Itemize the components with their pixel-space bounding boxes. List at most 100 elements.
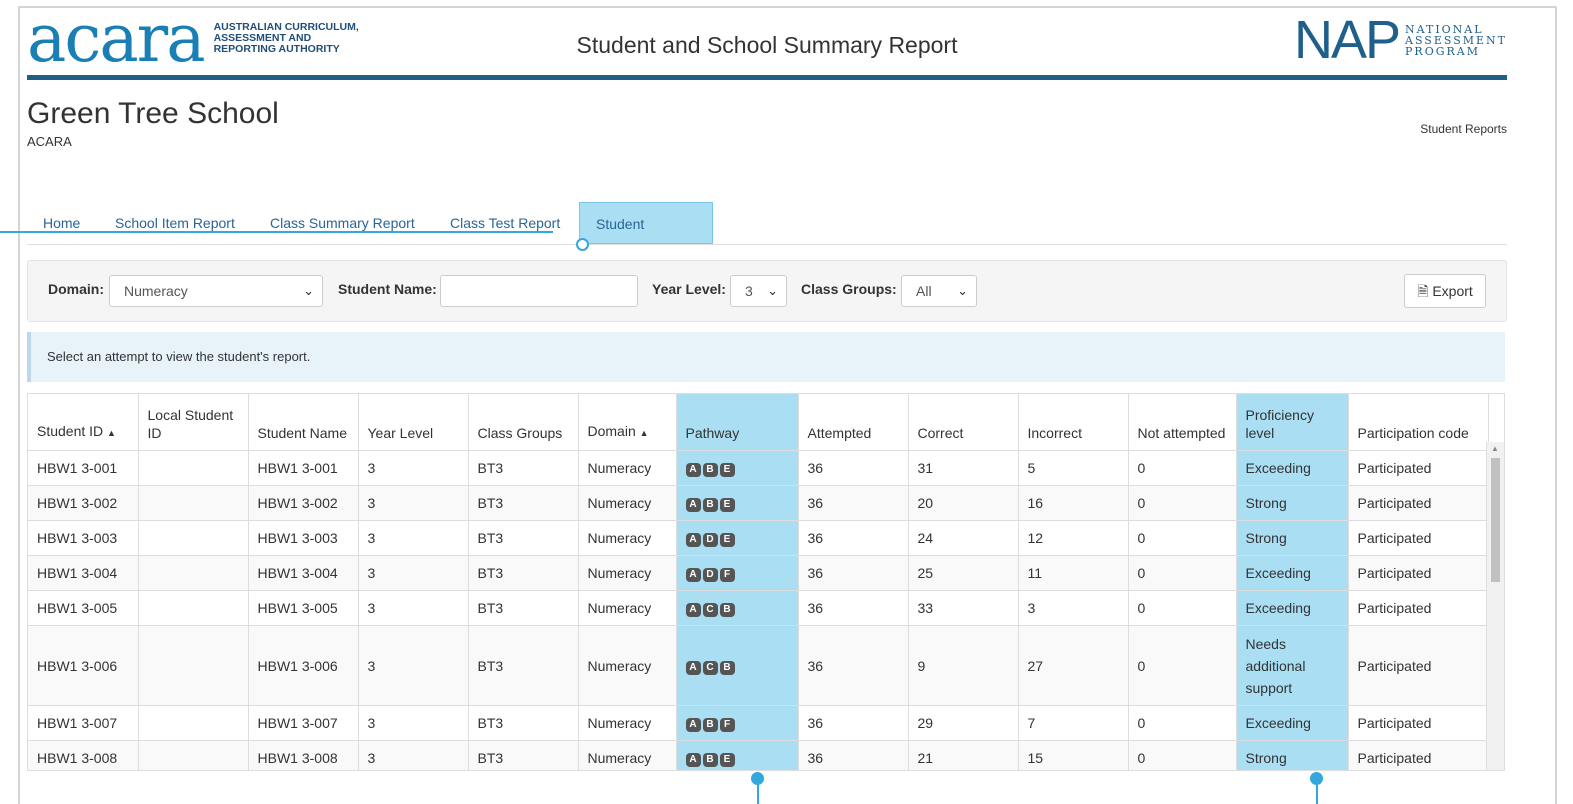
cell-proficiency-level: Needs additional support [1236, 625, 1349, 706]
col-attempted[interactable]: Attempted [798, 394, 909, 451]
col-class-groups[interactable]: Class Groups [468, 394, 579, 451]
table-row[interactable]: HBW1 3-001 HBW1 3-001 3 BT3 Numeracy A B E 36 31 5… [28, 450, 1489, 486]
col-label: Student ID [37, 423, 104, 439]
school-name: Green Tree School [27, 97, 279, 130]
cell-student-name: HBW1 3-003 [248, 520, 359, 556]
report-title: Student and School Summary Report [576, 32, 958, 58]
chevron-down-icon: ⌄ [957, 283, 968, 298]
cell-domain: Numeracy [578, 590, 677, 626]
table-row[interactable]: HBW1 3-003 HBW1 3-003 3 BT3 Numeracy A D E 36 24 1… [28, 520, 1489, 556]
cell-local-student-id [138, 705, 249, 741]
cell-participation-code: Participated [1348, 625, 1489, 706]
cell-not-attempted: 0 [1128, 485, 1237, 521]
col-correct[interactable]: Correct [908, 394, 1019, 451]
cell-year-level: 3 [358, 705, 469, 741]
cell-attempted: 36 [798, 740, 909, 770]
cell-participation-code: Participated [1348, 590, 1489, 626]
pathway-badge: A [685, 603, 701, 617]
callout-line-pathway [757, 784, 759, 804]
table-row[interactable]: HBW1 3-005 HBW1 3-005 3 BT3 Numeracy A C B 36 33 3… [28, 590, 1489, 626]
pathway-badge: E [719, 498, 735, 512]
cell-participation-code: Participated [1348, 705, 1489, 741]
pathway-badge: D [702, 533, 718, 547]
cell-student-name: HBW1 3-007 [248, 705, 359, 741]
year-level-select[interactable]: 3 ⌄ [730, 275, 787, 307]
pathway-badge: B [702, 753, 718, 767]
nap-logo-subtitle: NATIONAL ASSESSMENT PROGRAM [1405, 24, 1507, 57]
cell-incorrect: 12 [1018, 520, 1129, 556]
tab-school-item-report[interactable]: School Item Report [99, 202, 251, 244]
cell-year-level: 3 [358, 450, 469, 486]
cell-domain: Numeracy [578, 705, 677, 741]
cell-pathway: ABE [676, 740, 799, 770]
cell-proficiency-level: Strong [1236, 740, 1349, 770]
cell-local-student-id [138, 590, 249, 626]
cell-proficiency-level: Exceeding [1236, 590, 1349, 626]
tab-class-test-report[interactable]: Class Test Report [434, 202, 576, 244]
scroll-up-icon[interactable]: ▲ [1491, 444, 1499, 453]
cell-class-groups: BT3 [468, 705, 579, 741]
cell-not-attempted: 0 [1128, 520, 1237, 556]
table-row[interactable]: HBW1 3-006 HBW1 3-006 3 BT3 Numeracy A C B 36 9 27… [28, 625, 1489, 706]
chevron-down-icon: ⌄ [767, 283, 778, 298]
cell-attempted: 36 [798, 450, 909, 486]
tab-home[interactable]: Home [27, 202, 96, 244]
cell-attempted: 36 [798, 520, 909, 556]
tab-class-summary-report[interactable]: Class Summary Report [254, 202, 431, 244]
table-row[interactable]: HBW1 3-008 HBW1 3-008 3 BT3 Numeracy A B E 36 21 1… [28, 740, 1489, 770]
cell-incorrect: 16 [1018, 485, 1129, 521]
nav-tabs: Home School Item Report Class Summary Re… [27, 202, 1507, 274]
col-local-student-id[interactable]: Local Student ID [138, 394, 249, 451]
export-button[interactable]: 🗎 Export [1404, 274, 1486, 308]
cell-participation-code: Participated [1348, 520, 1489, 556]
cell-local-student-id [138, 740, 249, 770]
class-groups-select[interactable]: All ⌄ [901, 275, 977, 307]
cell-correct: 20 [908, 485, 1019, 521]
col-domain[interactable]: Domain ▲ [578, 394, 677, 451]
cell-proficiency-level: Exceeding [1236, 705, 1349, 741]
cell-student-id: HBW1 3-005 [28, 590, 139, 626]
col-year-level[interactable]: Year Level [358, 394, 469, 451]
cell-correct: 21 [908, 740, 1019, 770]
cell-pathway: ADE [676, 520, 799, 556]
col-student-id[interactable]: Student ID ▲ [28, 394, 139, 451]
student-name-input[interactable] [440, 275, 638, 307]
cell-domain: Numeracy [578, 485, 677, 521]
table-scrollbar[interactable]: ▲ [1486, 442, 1504, 770]
app-container: acara AUSTRALIAN CURRICULUM, ASSESSMENT … [27, 6, 1507, 771]
callout-dot-tabs [576, 238, 589, 251]
cell-pathway: ACB [676, 590, 799, 626]
col-incorrect[interactable]: Incorrect [1018, 394, 1129, 451]
organisation-name: ACARA [27, 134, 72, 149]
nap-logo: NAP NATIONAL ASSESSMENT PROGRAM [1294, 12, 1507, 68]
table-row[interactable]: HBW1 3-007 HBW1 3-007 3 BT3 Numeracy A B F 36 29 7… [28, 705, 1489, 741]
tab-student-reports[interactable]: Student Reports [579, 202, 713, 274]
col-participation-code[interactable]: Participation code [1348, 394, 1489, 451]
pathway-badge: A [685, 568, 701, 582]
cell-participation-code: Participated [1348, 555, 1489, 591]
pathway-badge: C [702, 660, 718, 675]
filter-bar: Domain: Numeracy ⌄ Student Name: Year Le… [27, 260, 1507, 322]
chevron-down-icon: ⌄ [303, 283, 314, 298]
class-groups-value: All [916, 283, 932, 299]
scrollbar-thumb[interactable] [1491, 458, 1500, 582]
breadcrumb[interactable]: Student Reports [1420, 122, 1507, 136]
table-row[interactable]: HBW1 3-004 HBW1 3-004 3 BT3 Numeracy A D F 36 25 1… [28, 555, 1489, 591]
domain-select[interactable]: Numeracy ⌄ [109, 275, 323, 307]
col-pathway[interactable]: Pathway [676, 394, 799, 451]
col-not-attempted[interactable]: Not attempted [1128, 394, 1237, 451]
cell-pathway: ABF [676, 705, 799, 741]
table-row[interactable]: HBW1 3-002 HBW1 3-002 3 BT3 Numeracy A B E 36 20 1… [28, 485, 1489, 521]
col-student-name[interactable]: Student Name [248, 394, 359, 451]
cell-domain: Numeracy [578, 520, 677, 556]
col-proficiency-level[interactable]: Proficiency level [1236, 394, 1349, 451]
cell-student-id: HBW1 3-001 [28, 450, 139, 486]
cell-student-name: HBW1 3-004 [248, 555, 359, 591]
cell-not-attempted: 0 [1128, 450, 1237, 486]
cell-proficiency-level: Strong [1236, 520, 1349, 556]
cell-year-level: 3 [358, 590, 469, 626]
cell-not-attempted: 0 [1128, 555, 1237, 591]
cell-incorrect: 3 [1018, 590, 1129, 626]
pathway-badge: D [702, 568, 718, 582]
cell-correct: 31 [908, 450, 1019, 486]
